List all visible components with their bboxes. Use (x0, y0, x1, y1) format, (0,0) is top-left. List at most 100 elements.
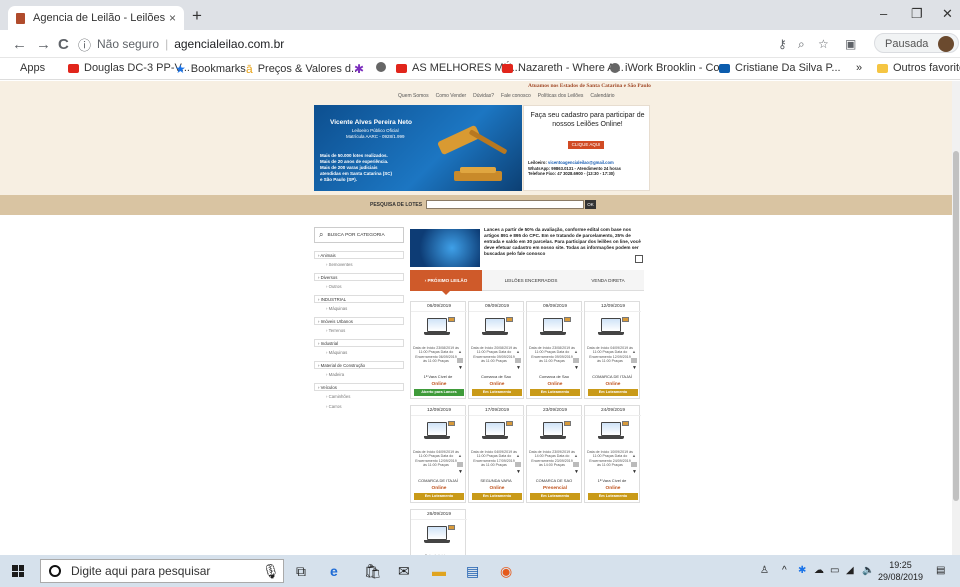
system-clock[interactable]: 19:25 29/08/2019 (878, 559, 923, 583)
lot-status-button[interactable]: Em Loteamento (530, 493, 580, 500)
reload-button[interactable]: C (58, 36, 69, 53)
lot-card[interactable]: 12/09/2019 Data de Início 04/09/2019 às 1… (410, 405, 467, 503)
scroll-up-icon[interactable]: ▲ (574, 453, 578, 458)
subcategory-item[interactable]: › Carros (314, 403, 404, 411)
subcategory-item[interactable]: › Máquinas (314, 305, 404, 313)
lot-status-button[interactable]: Em Loteamento (472, 493, 522, 500)
lot-card[interactable]: 17/09/2019 Data de Início 04/09/2019 às 1… (468, 405, 525, 503)
scroll-down-icon[interactable]: ▼ (516, 365, 521, 371)
tab-leiloes-encerrados[interactable]: LEILÕES ENCERRADOS (490, 270, 572, 291)
subcategory-item[interactable]: › Semoventes (314, 261, 404, 269)
bookmark-item[interactable]: ā Preços & Valores d... (246, 62, 360, 76)
info-icon[interactable]: ⓘ (78, 35, 91, 54)
bookmark-item[interactable]: Outros favoritos (877, 62, 960, 74)
menu-politicas[interactable]: Políticas dos Leilões (538, 93, 584, 99)
subcategory-item[interactable]: › Caminhões (314, 393, 404, 401)
scroll-down-icon[interactable]: ▼ (516, 469, 521, 475)
scroll-up-icon[interactable]: ▲ (458, 453, 462, 458)
category-item[interactable]: › INDUSTRIAL (314, 295, 404, 303)
lot-card[interactable]: 09/09/2019 Data de Início 20/08/2019 às 1… (468, 301, 525, 399)
volume-icon[interactable]: 🔈 (862, 565, 874, 576)
chrome-icon[interactable]: ◉ (500, 563, 512, 580)
bookmark-item[interactable]: Apps (20, 62, 441, 291)
edge-icon[interactable]: e (330, 563, 338, 579)
lot-search-button[interactable]: OK (585, 200, 596, 209)
scroll-up-icon[interactable]: ▲ (458, 349, 462, 354)
subcategory-item[interactable]: › Máquinas (314, 349, 404, 357)
scroll-up-icon[interactable]: ▲ (516, 453, 520, 458)
lot-card[interactable]: 06/09/2019 Data de Início 23/08/2019 às 1… (410, 301, 467, 399)
scroll-down-icon[interactable]: ▼ (458, 365, 463, 371)
document-icon[interactable]: ▤ (466, 563, 479, 580)
category-item[interactable]: › Material de Construção (314, 361, 404, 369)
bookmark-item[interactable]: iWork Brooklin - Co... (610, 62, 729, 74)
tab-proximo-leilao[interactable]: › PRÓXIMO LEILÃO (410, 270, 482, 295)
category-item[interactable]: › Veículos (314, 383, 404, 391)
promo-signup-button[interactable]: CLIQUE AQUI (568, 141, 604, 149)
scroll-down-icon[interactable]: ▼ (632, 469, 637, 475)
menu-duvidas[interactable]: Dúvidas? (473, 93, 494, 99)
bookmark-item[interactable]: ★ Bookmarks (175, 62, 246, 76)
bookmark-star-icon[interactable]: ☆ (818, 37, 829, 51)
lot-card[interactable]: 12/09/2019 Data de Início 04/09/2019 às 1… (584, 301, 641, 399)
extension-icon[interactable]: ▣ (845, 37, 856, 51)
lot-status-button[interactable]: Em Loteamento (588, 493, 638, 500)
back-button[interactable]: ← (12, 36, 27, 53)
scroll-up-icon[interactable]: ▲ (632, 453, 636, 458)
lot-status-button[interactable]: Em Loteamento (588, 389, 638, 396)
lot-status-button[interactable]: Em Loteamento (414, 493, 464, 500)
category-item[interactable]: › Animais (314, 251, 404, 259)
subcategory-item[interactable]: › Outros (314, 283, 404, 291)
forward-button[interactable]: → (36, 36, 51, 53)
lot-status-button[interactable]: Em Loteamento (530, 389, 580, 396)
bookmark-item[interactable] (376, 62, 391, 72)
category-item[interactable]: › Imóveis Urbanos (314, 317, 404, 325)
battery-icon[interactable]: ▭ (830, 565, 839, 576)
bookmark-item[interactable]: ✱ (354, 62, 369, 76)
zoom-icon[interactable]: ⌕ (798, 37, 805, 52)
windows-start-icon[interactable] (12, 565, 24, 577)
key-icon[interactable]: ⚷ (778, 37, 787, 51)
category-item[interactable]: › Industrial (314, 339, 404, 347)
microphone-icon[interactable]: 🎙 (262, 563, 280, 580)
scroll-down-icon[interactable]: ▼ (574, 365, 579, 371)
window-minimize-button[interactable]: – (880, 6, 887, 21)
new-tab-button[interactable]: + (192, 6, 202, 26)
subcategory-item[interactable]: › Madeira (314, 371, 404, 379)
scroll-down-icon[interactable]: ▼ (458, 469, 463, 475)
taskbar-search[interactable]: Digite aqui para pesquisar (40, 559, 284, 583)
bluetooth-icon[interactable]: ✱ (798, 565, 806, 576)
lot-card[interactable]: 24/09/2019 Data de Início 10/09/2019 às 1… (584, 405, 641, 503)
bookmarks-overflow[interactable]: » (856, 62, 862, 74)
subcategory-item[interactable]: › Terrenos (314, 327, 404, 335)
store-icon[interactable]: 🛍 (364, 563, 382, 580)
onedrive-icon[interactable]: ☁ (814, 565, 824, 576)
scroll-up-icon[interactable]: ▲ (516, 349, 520, 354)
task-view-icon[interactable]: ⧉ (296, 563, 306, 580)
tab-close-icon[interactable]: × (169, 11, 176, 25)
scroll-up-icon[interactable]: ▲ (574, 349, 578, 354)
lot-status-button[interactable]: Em Loteamento (472, 389, 522, 396)
bookmark-item[interactable]: Douglas DC-3 PP-V... (68, 62, 190, 74)
tab-venda-direta[interactable]: VENDA DIRETA (572, 270, 644, 291)
menu-quem-somos[interactable]: Quem Somos (398, 93, 429, 99)
mail-icon[interactable]: ✉ (398, 563, 410, 580)
window-maximize-button[interactable]: ❐ (911, 6, 923, 22)
lot-search-input[interactable] (426, 200, 584, 209)
menu-como-vender[interactable]: Como Vender (436, 93, 467, 99)
contact-value[interactable]: vicentoagencialeilao@gmail.com (547, 160, 614, 165)
category-search-header[interactable]: ⌕ BUSCA POR CATEGORIA (314, 227, 404, 243)
bookmark-item[interactable]: Cristiane Da Silva P... (719, 62, 841, 74)
people-icon[interactable]: ♙ (760, 565, 769, 576)
scroll-down-icon[interactable]: ▼ (632, 365, 637, 371)
lot-card[interactable]: 09/09/2019 Data de Início 23/08/2019 às 1… (526, 301, 583, 399)
browser-tab[interactable]: Agencia de Leilão - Leilões Judic × (8, 6, 184, 30)
lot-card[interactable]: 23/09/2019 Data de Início 23/09/2019 às 1… (526, 405, 583, 503)
tray-chevron-icon[interactable]: ^ (782, 565, 787, 576)
menu-calendario[interactable]: Calendário (590, 93, 614, 99)
url-text[interactable]: agencialeilao.com.br (174, 37, 284, 51)
file-explorer-icon[interactable]: ▬ (432, 563, 446, 579)
scroll-down-icon[interactable]: ▼ (574, 469, 579, 475)
notifications-icon[interactable]: ▤ (936, 565, 945, 576)
lot-status-button[interactable]: Aberto para Lances (414, 389, 464, 396)
